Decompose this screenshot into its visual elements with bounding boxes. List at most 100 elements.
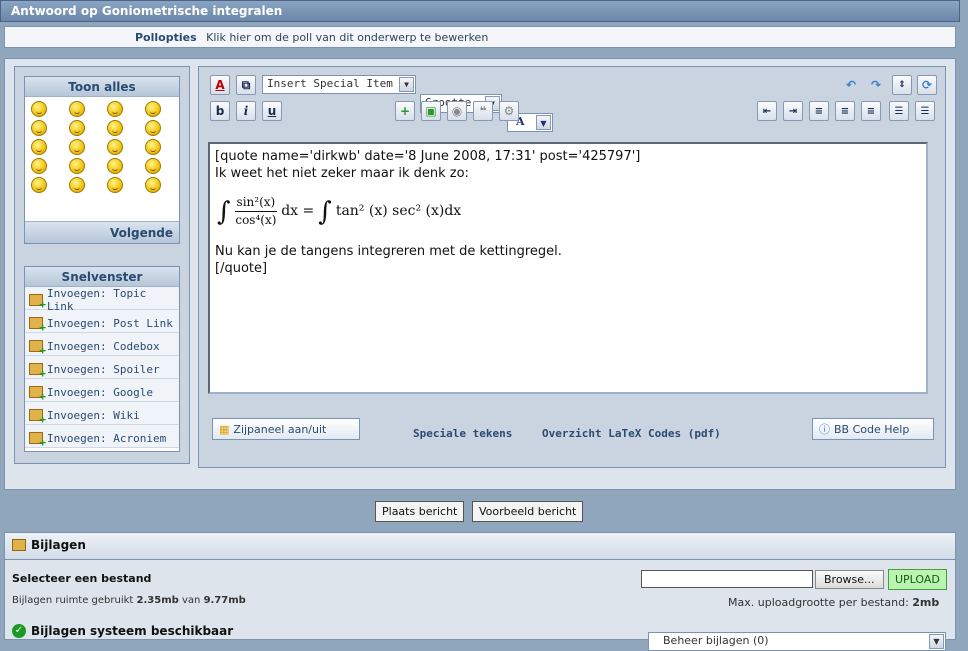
info-icon: ⓘ bbox=[819, 423, 830, 436]
smiley-icon[interactable] bbox=[69, 120, 85, 136]
preview-message-button[interactable]: Voorbeeld bericht bbox=[472, 501, 584, 522]
smiley-icon[interactable] bbox=[107, 101, 123, 117]
indent-icon[interactable]: ⇥ bbox=[783, 101, 803, 121]
smiley-icon[interactable] bbox=[31, 120, 47, 136]
smiley-icon[interactable] bbox=[107, 120, 123, 136]
smiley-icon[interactable] bbox=[31, 177, 47, 193]
insert-icon bbox=[29, 409, 46, 426]
align-center-icon[interactable]: ≡ bbox=[835, 101, 855, 121]
manage-attachments-select[interactable]: Beheer bijlagen (0) ▼ bbox=[648, 632, 946, 651]
insert-special-item-select[interactable]: Insert Special Item ▼ bbox=[262, 75, 416, 94]
bbcode-help-button[interactable]: ⓘ BB Code Help bbox=[812, 418, 934, 440]
text-color-icon[interactable]: A bbox=[210, 75, 230, 95]
attachments-title: Bijlagen bbox=[31, 538, 86, 552]
smiley-icon[interactable] bbox=[69, 101, 85, 117]
quick-insert-item[interactable]: Invoegen: Google bbox=[25, 379, 179, 403]
smiley-icon[interactable] bbox=[31, 101, 47, 117]
special-chars-link[interactable]: Speciale tekens bbox=[413, 427, 512, 440]
smiley-icon[interactable] bbox=[31, 158, 47, 174]
window-title: Antwoord op Goniometrische integralen bbox=[0, 0, 960, 22]
space-used-prefix: Bijlagen ruimte gebruikt bbox=[12, 595, 134, 606]
resize-icon[interactable]: ⇕ bbox=[892, 75, 912, 95]
insert-icon bbox=[29, 317, 46, 334]
quick-insert-item[interactable]: Invoegen: Wiki bbox=[25, 402, 179, 426]
post-message-button[interactable]: Plaats bericht bbox=[375, 501, 465, 522]
outdent-icon[interactable]: ⇤ bbox=[757, 101, 777, 121]
quick-insert-label: Invoegen: Spoiler bbox=[47, 362, 160, 376]
message-line: Nu kan je de tangens integreren met de k… bbox=[215, 244, 562, 259]
smiley-icon[interactable] bbox=[145, 101, 161, 117]
smiley-icon[interactable] bbox=[145, 177, 161, 193]
max-upload-text: Max. uploadgrootte per bestand: 2mb bbox=[728, 596, 939, 609]
insert-quote-icon[interactable]: ❝ bbox=[473, 101, 493, 121]
smilies-panel: Toon alles Volgende bbox=[24, 76, 180, 244]
underline-button[interactable]: u bbox=[262, 101, 282, 121]
bbcode-help-label: BB Code Help bbox=[834, 422, 910, 436]
smiley-icon[interactable] bbox=[145, 158, 161, 174]
refresh-icon[interactable]: ⟳ bbox=[917, 75, 937, 95]
italic-button[interactable]: i bbox=[236, 101, 256, 121]
latex-codes-link[interactable]: Overzicht LaTeX Codes (pdf) bbox=[542, 427, 721, 440]
smiley-icon[interactable] bbox=[69, 177, 85, 193]
smiley-icon[interactable] bbox=[145, 120, 161, 136]
quote-open-line: [quote name='dirkwb' date='8 June 2008, … bbox=[215, 149, 641, 164]
quick-insert-item[interactable]: Invoegen: Acroniem bbox=[25, 425, 179, 449]
smilies-next-link[interactable]: Volgende bbox=[25, 221, 179, 243]
max-upload-prefix: Max. uploadgrootte per bestand: bbox=[728, 596, 909, 609]
integral-sign: ∫ bbox=[217, 196, 231, 227]
insert-page-icon[interactable]: + bbox=[395, 101, 415, 121]
insert-icon bbox=[29, 363, 46, 380]
smiley-icon[interactable] bbox=[107, 139, 123, 155]
smiley-icon[interactable] bbox=[69, 139, 85, 155]
align-left-icon[interactable]: ≡ bbox=[809, 101, 829, 121]
message-textarea[interactable]: [quote name='dirkwb' date='8 June 2008, … bbox=[208, 142, 928, 394]
insert-icon bbox=[29, 432, 46, 449]
file-path-input[interactable] bbox=[641, 570, 813, 588]
chevron-down-icon: ▼ bbox=[536, 115, 551, 130]
quick-window-panel: Snelvenster Invoegen: Topic Link Invoegen… bbox=[24, 266, 180, 452]
smiley-icon[interactable] bbox=[31, 139, 47, 155]
attachment-system-status: Bijlagen systeem beschikbaar bbox=[31, 624, 234, 638]
side-panel-toggle-label: Zijpaneel aan/uit bbox=[233, 422, 327, 436]
bullet-list-icon[interactable]: ☰ bbox=[915, 101, 935, 121]
show-all-smilies[interactable]: Toon alles bbox=[25, 77, 179, 97]
smiley-icon[interactable] bbox=[107, 177, 123, 193]
quote-close-line: [/quote] bbox=[215, 261, 268, 276]
copy-icon[interactable]: ⧉ bbox=[236, 75, 256, 95]
smiley-icon[interactable] bbox=[107, 158, 123, 174]
checkmark-icon: ✓ bbox=[12, 624, 26, 638]
undo-icon[interactable]: ↶ bbox=[841, 75, 861, 95]
insert-code-icon[interactable]: ⚙ bbox=[499, 101, 519, 121]
side-panel-toggle-button[interactable]: ▦ Zijpaneel aan/uit bbox=[212, 418, 360, 440]
space-used-text: Bijlagen ruimte gebruikt 2.35mb van 9.77… bbox=[12, 595, 246, 606]
insert-media-icon[interactable]: ◉ bbox=[447, 101, 467, 121]
space-total-value: 9.77mb bbox=[203, 595, 246, 606]
math-formula: ∫ sin²(x) cos⁴(x) dx = ∫ tan² (x) sec² (… bbox=[217, 194, 921, 229]
insert-image-icon[interactable]: ▣ bbox=[421, 101, 441, 121]
browse-button[interactable]: Browse... bbox=[815, 570, 884, 589]
quick-insert-item[interactable]: Invoegen: Codebox bbox=[25, 333, 179, 357]
smiley-icon[interactable] bbox=[145, 139, 161, 155]
insert-special-item-value: Insert Special Item bbox=[267, 77, 393, 90]
quick-insert-item[interactable]: Invoegen: Topic Link bbox=[25, 287, 179, 313]
redo-icon[interactable]: ↷ bbox=[866, 75, 886, 95]
math-dx: dx = bbox=[281, 203, 315, 219]
math-fraction: sin²(x) cos⁴(x) bbox=[234, 194, 278, 229]
smiley-icon[interactable] bbox=[69, 158, 85, 174]
quick-insert-label: Invoegen: Post Link bbox=[47, 316, 173, 330]
bold-button[interactable]: b bbox=[210, 101, 230, 121]
numbered-list-icon[interactable]: ☰ bbox=[889, 101, 909, 121]
poll-options-row[interactable]: Pollopties Klik hier om de poll van dit … bbox=[4, 26, 956, 48]
poll-edit-link[interactable]: Klik hier om de poll van dit onderwerp t… bbox=[206, 31, 488, 44]
quick-insert-label: Invoegen: Google bbox=[47, 385, 153, 399]
attachments-header bbox=[4, 532, 956, 560]
quick-insert-label: Invoegen: Acroniem bbox=[47, 431, 167, 445]
insert-icon bbox=[29, 294, 46, 311]
align-right-icon[interactable]: ≡ bbox=[861, 101, 881, 121]
chevron-down-icon: ▼ bbox=[399, 77, 414, 92]
upload-button[interactable]: UPLOAD bbox=[888, 569, 947, 590]
quick-insert-item[interactable]: Invoegen: Spoiler bbox=[25, 356, 179, 380]
smiley-grid bbox=[25, 97, 179, 193]
quick-insert-item[interactable]: Invoegen: Post Link bbox=[25, 310, 179, 334]
chevron-down-icon: ▼ bbox=[929, 634, 944, 649]
